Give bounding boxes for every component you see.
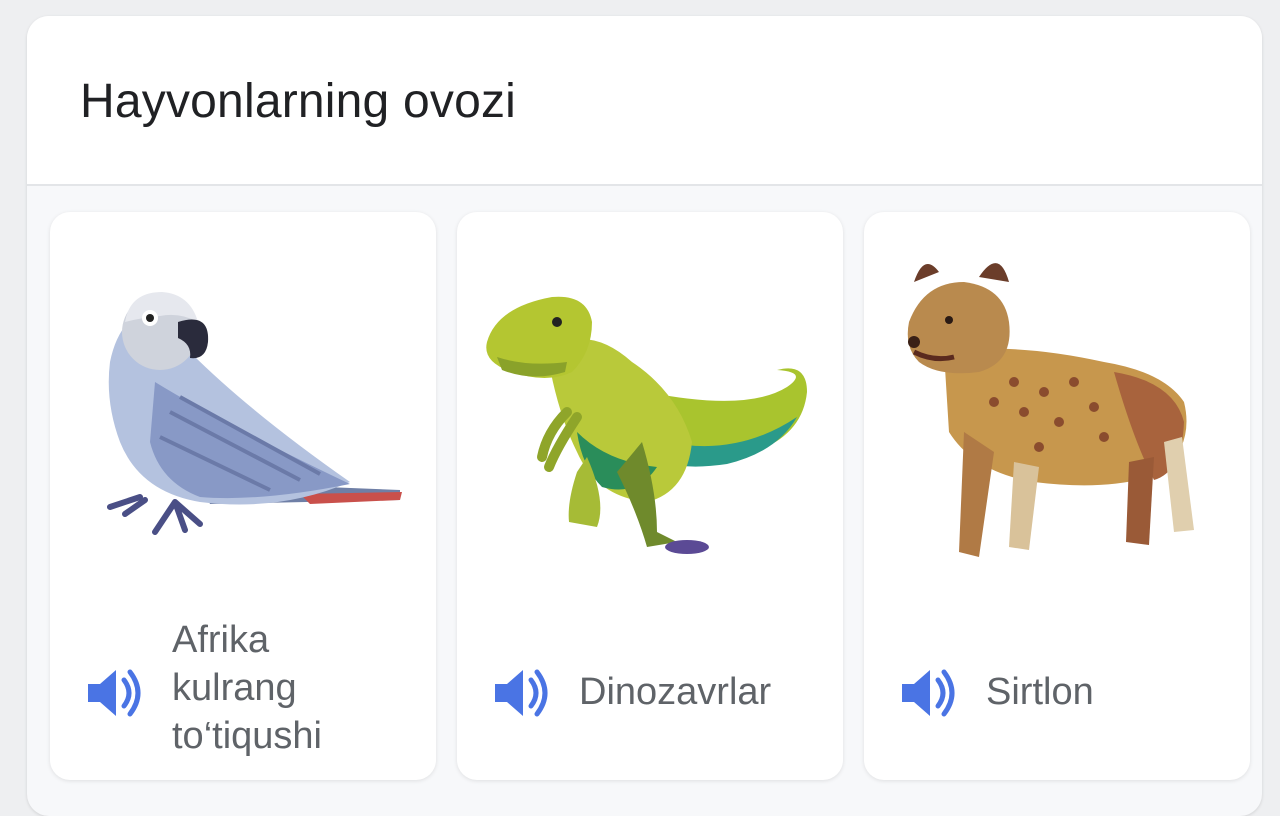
tile-footer: Dinozavrlar <box>457 610 843 780</box>
animal-tiles: Afrika kulrang to‘tiqushi Dinozavrlar Si… <box>50 212 1252 782</box>
animal-name-label: Sirtlon <box>986 671 1094 713</box>
speaker-icon[interactable] <box>898 662 960 724</box>
animal-name-label: Dinozavrlar <box>579 671 772 713</box>
animal-sounds-card: Hayvonlarning ovozi Afrika kulrang to‘ti… <box>27 16 1262 816</box>
tile-footer: Sirtlon <box>864 610 1250 780</box>
speaker-icon[interactable] <box>84 662 146 724</box>
animal-name-label: Afrika kulrang to‘tiqushi <box>172 619 322 757</box>
tile-footer: Afrika kulrang to‘tiqushi <box>50 610 436 780</box>
animal-tile-dinosaur[interactable]: Dinozavrlar <box>457 212 843 780</box>
card-title: Hayvonlarning ovozi <box>80 75 517 128</box>
dinosaur-illustration <box>486 296 807 554</box>
card-header: Hayvonlarning ovozi <box>27 16 1262 186</box>
animal-tile-hyena[interactable]: Sirtlon <box>864 212 1250 780</box>
speaker-icon[interactable] <box>491 662 553 724</box>
animal-tile-parrot[interactable]: Afrika kulrang to‘tiqushi <box>50 212 436 780</box>
hyena-illustration <box>907 263 1194 557</box>
parrot-illustration <box>107 292 402 535</box>
